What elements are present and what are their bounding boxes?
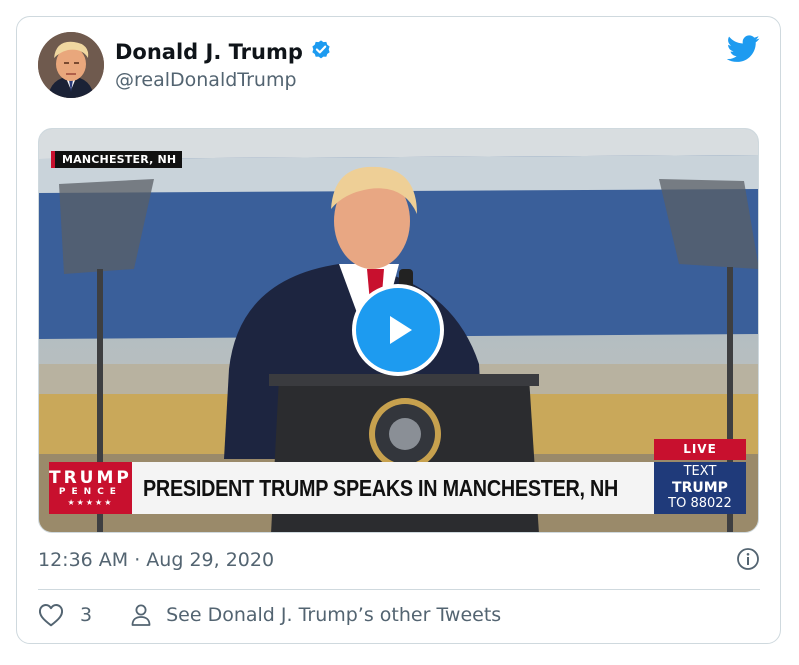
verified-badge-icon xyxy=(310,39,332,65)
play-icon xyxy=(390,316,412,344)
brand-line-2: PENCE xyxy=(58,486,122,497)
text-line-3: TO 88022 xyxy=(668,496,732,511)
brand-stars: ★★★★★ xyxy=(67,497,114,507)
live-badge: LIVE xyxy=(654,439,746,460)
lower-third-banner: TRUMP PENCE ★★★★★ PRESIDENT TRUMP SPEAKS… xyxy=(49,462,696,514)
text-line-1: TEXT xyxy=(683,464,717,479)
like-button[interactable]: 3 xyxy=(38,603,92,627)
text-line-2: TRUMP xyxy=(672,480,728,496)
brand-line-1: TRUMP xyxy=(49,467,132,488)
divider xyxy=(38,589,760,590)
see-other-tweets-link[interactable]: See Donald J. Trump’s other Tweets xyxy=(130,603,501,627)
play-button[interactable] xyxy=(352,284,444,376)
text-trump-box: TEXT TRUMP TO 88022 xyxy=(654,462,746,514)
avatar[interactable] xyxy=(38,32,104,98)
tweet-card[interactable]: Donald J. Trump @realDonaldTrump MANCHES… xyxy=(16,16,781,644)
like-count: 3 xyxy=(80,604,93,626)
trump-pence-logo: TRUMP PENCE ★★★★★ xyxy=(49,462,132,514)
location-tag: MANCHESTER, NH xyxy=(51,151,183,168)
tweet-actions: 3 See Donald J. Trump’s other Tweets xyxy=(38,603,501,627)
video-player[interactable]: MANCHESTER, NH LIVE TRUMP PENCE ★★★★★ PR… xyxy=(38,128,759,533)
see-other-tweets-label: See Donald J. Trump’s other Tweets xyxy=(166,604,502,626)
author-name[interactable]: Donald J. Trump xyxy=(115,40,303,64)
twitter-bird-icon[interactable] xyxy=(726,35,760,67)
headline: PRESIDENT TRUMP SPEAKS IN MANCHESTER, NH xyxy=(142,474,618,501)
heart-icon xyxy=(38,604,64,627)
person-icon xyxy=(131,604,151,626)
info-icon[interactable] xyxy=(736,547,760,575)
tweet-timestamp[interactable]: 12:36 AM · Aug 29, 2020 xyxy=(38,549,274,571)
author-handle[interactable]: @realDonaldTrump xyxy=(115,69,297,91)
